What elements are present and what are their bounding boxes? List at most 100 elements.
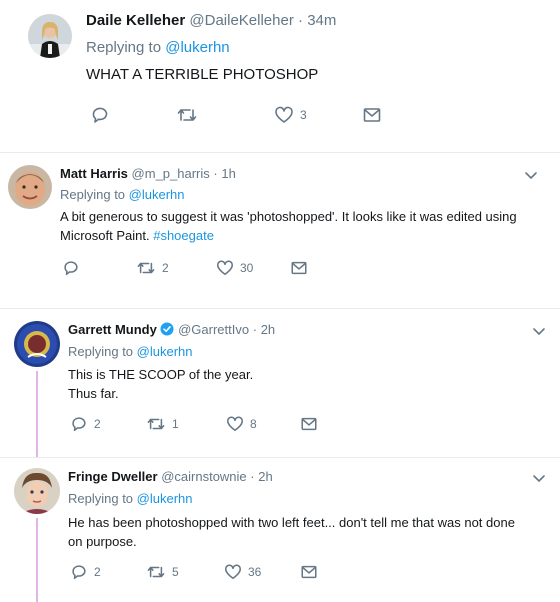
reply-button[interactable]: 2 — [70, 561, 101, 583]
direct-message-button[interactable] — [290, 257, 308, 279]
tweet-garrett-mundy[interactable]: Garrett Mundy @GarrettIvo · 2h Replying … — [0, 309, 560, 457]
chevron-down-icon[interactable] — [532, 327, 546, 337]
avatar[interactable] — [28, 14, 72, 58]
display-name[interactable]: Matt Harris — [60, 166, 128, 181]
retweet-icon — [147, 418, 165, 430]
replying-to-handle[interactable]: @lukerhn — [165, 39, 229, 56]
tweet-header: Daile Kelleher @DaileKelleher · 34m — [86, 12, 336, 29]
user-handle[interactable]: @DaileKelleher — [189, 12, 293, 29]
tweet-text: A bit generous to suggest it was 'photos… — [60, 207, 550, 245]
reply-button[interactable]: 2 — [70, 413, 101, 435]
tweet-actions: 2 30 — [62, 257, 382, 279]
thread-line — [36, 371, 38, 457]
replying-to-handle[interactable]: @lukerhn — [137, 491, 193, 506]
replying-to-label: Replying to — [86, 39, 162, 56]
heart-icon — [217, 260, 233, 276]
timestamp[interactable]: 34m — [307, 12, 336, 29]
direct-message-button[interactable] — [300, 413, 318, 435]
heart-icon — [227, 416, 243, 432]
like-button[interactable]: 36 — [224, 561, 261, 583]
replying-to-label: Replying to — [68, 491, 134, 506]
retweet-icon — [177, 109, 197, 121]
retweet-icon — [147, 566, 165, 578]
user-handle[interactable]: @m_p_harris — [132, 166, 210, 181]
retweet-button[interactable] — [176, 104, 198, 126]
timestamp[interactable]: 2h — [258, 469, 272, 484]
direct-message-button[interactable] — [300, 561, 318, 583]
tweet-daile-kelleher[interactable]: Daile Kelleher @DaileKelleher · 34m Repl… — [0, 0, 560, 150]
like-button[interactable]: 8 — [226, 413, 257, 435]
envelope-icon — [301, 417, 317, 431]
like-button[interactable]: 3 — [274, 104, 307, 126]
tweet-header: Garrett Mundy @GarrettIvo · 2h — [68, 322, 275, 337]
retweet-count: 5 — [172, 565, 179, 579]
retweet-button[interactable]: 1 — [146, 413, 179, 435]
thread-line — [36, 518, 38, 602]
replying-to-handle[interactable]: @lukerhn — [137, 344, 193, 359]
tweet-text-line: Thus far. — [68, 386, 119, 401]
display-name[interactable]: Daile Kelleher — [86, 12, 185, 29]
tweet-actions: 2 1 8 — [70, 413, 390, 435]
display-name[interactable]: Fringe Dweller — [68, 469, 158, 484]
tweet-text-line: This is THE SCOOP of the year. — [68, 367, 254, 382]
envelope-icon — [291, 261, 307, 275]
envelope-icon — [301, 565, 317, 579]
tweet-text-line: Microsoft Paint. #shoegate — [60, 226, 550, 245]
like-count: 3 — [300, 108, 307, 122]
tweet-text: This is THE SCOOP of the year. Thus far. — [68, 365, 548, 403]
retweet-count: 2 — [162, 261, 169, 275]
replying-to-label: Replying to — [60, 187, 126, 202]
separator-dot: · — [213, 166, 218, 181]
reply-icon — [72, 417, 86, 432]
display-name[interactable]: Garrett Mundy — [68, 322, 157, 337]
like-button[interactable]: 30 — [216, 257, 253, 279]
reply-icon — [64, 261, 78, 276]
replying-to: Replying to @lukerhn — [86, 39, 230, 56]
tweet-actions: 3 — [90, 104, 410, 126]
verified-badge-icon — [160, 322, 174, 336]
like-count: 30 — [240, 261, 254, 275]
reply-count: 2 — [94, 417, 101, 431]
reply-icon — [92, 107, 108, 123]
timestamp[interactable]: 1h — [221, 166, 235, 181]
replying-to-label: Replying to — [68, 344, 134, 359]
chevron-down-icon[interactable] — [524, 171, 538, 181]
envelope-icon — [363, 108, 381, 122]
heart-icon — [225, 564, 241, 580]
reply-button[interactable] — [90, 104, 110, 126]
timestamp[interactable]: 2h — [261, 322, 275, 337]
hashtag-link[interactable]: #shoegate — [153, 228, 214, 243]
replying-to-handle[interactable]: @lukerhn — [129, 187, 185, 202]
reply-count: 2 — [94, 565, 101, 579]
separator-dot: · — [298, 12, 304, 29]
like-count: 8 — [250, 417, 257, 431]
tweet-fringe-dweller[interactable]: Fringe Dweller @cairnstownie · 2h Replyi… — [0, 458, 560, 602]
tweet-text: He has been photoshopped with two left f… — [68, 513, 553, 551]
user-handle[interactable]: @cairnstownie — [161, 469, 246, 484]
replying-to: Replying to @lukerhn — [68, 344, 193, 359]
retweet-icon — [137, 262, 155, 274]
separator-dot: · — [252, 322, 258, 337]
retweet-button[interactable]: 5 — [146, 561, 179, 583]
direct-message-button[interactable] — [362, 104, 382, 126]
tweet-text-segment: Microsoft Paint. — [60, 228, 150, 243]
tweet-text-line: A bit generous to suggest it was 'photos… — [60, 209, 517, 224]
user-handle[interactable]: @GarrettIvo — [178, 322, 249, 337]
reply-icon — [72, 565, 86, 580]
tweet-text-line: He has been photoshopped with two left f… — [68, 515, 515, 530]
retweet-button[interactable]: 2 — [136, 257, 169, 279]
replying-to: Replying to @lukerhn — [68, 491, 193, 506]
avatar[interactable] — [14, 468, 60, 514]
tweet-text: WHAT A TERRIBLE PHOTOSHOP — [86, 66, 319, 83]
tweet-actions: 2 5 36 — [70, 561, 390, 583]
reply-button[interactable] — [62, 257, 80, 279]
chevron-down-icon[interactable] — [532, 474, 546, 484]
tweet-matt-harris[interactable]: Matt Harris @m_p_harris · 1h Replying to… — [0, 153, 560, 308]
avatar[interactable] — [8, 165, 52, 209]
avatar[interactable] — [14, 321, 60, 367]
tweet-text-line: on purpose. — [68, 534, 137, 549]
replying-to: Replying to @lukerhn — [60, 187, 185, 202]
tweet-header: Fringe Dweller @cairnstownie · 2h — [68, 469, 273, 484]
retweet-count: 1 — [172, 417, 179, 431]
heart-icon — [275, 106, 293, 123]
